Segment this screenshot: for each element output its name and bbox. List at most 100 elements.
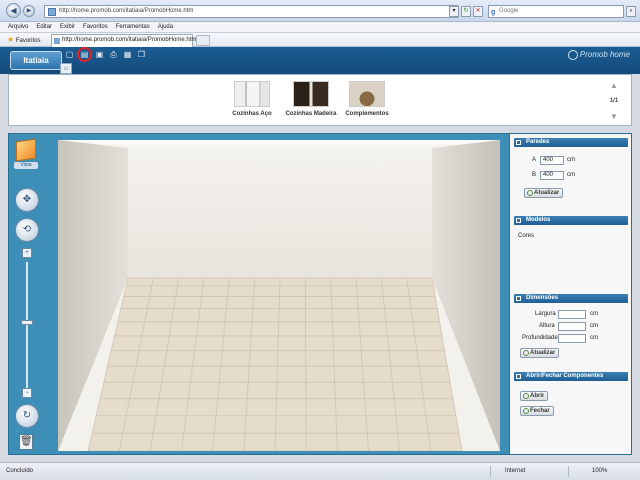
open-folder-icon[interactable]: ▤	[77, 47, 92, 62]
catalog-pager: ▲ 1/1 ▼	[607, 81, 621, 121]
properties-panel: Paredes A 400 cm B 400 cm Atualizar Mode…	[509, 134, 631, 454]
wall-a-label: A	[532, 157, 537, 163]
browser-menu-bar: Arquivo Editar Exibir Favoritos Ferramentas A…	[0, 22, 640, 33]
promob-logo: Promob home	[567, 49, 630, 60]
width-unit: cm	[590, 311, 598, 317]
walls-update-label: Atualizar	[534, 190, 560, 196]
open-components-button[interactable]: Abrir	[520, 391, 549, 401]
page-down-icon[interactable]: ▼	[610, 112, 618, 121]
open-label: Abrir	[530, 393, 545, 399]
walls-title: Paredes	[526, 139, 550, 145]
menu-arquivo[interactable]: Arquivo	[0, 22, 32, 33]
refresh-icon	[527, 190, 533, 196]
room-3d-view[interactable]	[58, 140, 500, 451]
depth-input[interactable]	[558, 334, 586, 343]
home-icon: ⌂	[63, 65, 69, 72]
page-number: 1/1	[609, 98, 619, 104]
tab-title: http://home.promob.com/itatiaia/PromobHo…	[62, 37, 197, 43]
promob-circle-icon	[567, 49, 578, 60]
components-section: Abrir/Fechar Componentes Abrir Fechar	[514, 372, 628, 416]
thumbnail-image	[234, 81, 270, 107]
stop-icon[interactable]: ✕	[473, 6, 483, 17]
orbit-control-icon[interactable]: ↻	[15, 404, 39, 428]
thumbnail-image	[293, 81, 329, 107]
zoom-level[interactable]: 100%	[592, 463, 607, 479]
walls-header[interactable]: Paredes	[514, 138, 628, 147]
refresh-icon	[523, 350, 529, 356]
models-title: Modelos	[526, 217, 551, 223]
view-tools: Vista ✥ ⟲ + − ↻ 🗑	[9, 134, 43, 454]
status-text: Concluído	[6, 468, 34, 474]
back-wall	[128, 148, 432, 278]
new-file-icon[interactable]: ▢	[64, 49, 75, 60]
ceiling	[58, 140, 500, 148]
room-drawing	[58, 140, 500, 451]
models-section: Modelos Cores	[514, 216, 628, 239]
menu-favoritos[interactable]: Favoritos	[79, 22, 112, 33]
width-input[interactable]	[558, 310, 586, 319]
open-icon	[523, 393, 529, 399]
zoom-out-icon[interactable]: −	[22, 388, 32, 398]
components-title: Abrir/Fechar Componentes	[526, 373, 604, 379]
search-go-icon[interactable]: ⌕	[626, 6, 636, 17]
depth-unit: cm	[590, 335, 598, 341]
components-header[interactable]: Abrir/Fechar Componentes	[514, 372, 628, 381]
save-icon[interactable]: ▣	[94, 49, 105, 60]
walls-update-button[interactable]: Atualizar	[524, 188, 564, 198]
collapse-icon	[516, 140, 521, 145]
close-components-button[interactable]: Fechar	[520, 406, 554, 416]
app-header: Itatiaia ▢ ▤ ▣ ⎙ ▦ ❐ Promob home ⌂	[0, 47, 640, 74]
zoom-slider-track[interactable]	[26, 262, 28, 390]
catalog-item-label: Complementos	[345, 111, 389, 117]
catalog-item-complementos[interactable]: Complementos	[337, 81, 397, 117]
image-icon[interactable]: ▦	[122, 49, 133, 60]
url-input[interactable]: http://home.promob.com/itatiaia/PromobHo…	[44, 5, 458, 18]
catalog-item-cozinhas-madeira[interactable]: Cozinhas Madeira	[281, 81, 341, 117]
dimensions-update-button[interactable]: Atualizar	[520, 348, 560, 358]
url-dropdown-icon[interactable]: ▾	[449, 6, 459, 17]
back-icon[interactable]: ◀	[6, 3, 21, 18]
promob-logo-text: Promob home	[579, 50, 630, 59]
models-header[interactable]: Modelos	[514, 216, 628, 225]
zoom-slider-handle[interactable]	[21, 320, 33, 325]
collapse-icon	[516, 218, 521, 223]
menu-ferramentas[interactable]: Ferramentas	[112, 22, 154, 33]
copy-icon[interactable]: ❐	[136, 49, 147, 60]
star-icon: ★	[7, 35, 15, 44]
home-tab[interactable]: ⌂	[60, 63, 72, 74]
height-input[interactable]	[558, 322, 586, 331]
browser-address-bar: ◀ ▶ http://home.promob.com/itatiaia/Prom…	[0, 0, 640, 22]
pan-control-icon[interactable]: ✥	[15, 188, 39, 212]
favorites-button[interactable]: ★ Favoritos	[7, 36, 41, 45]
catalog-item-cozinhas-aco[interactable]: Cozinhas Aço	[222, 81, 282, 117]
zone-text: Internet	[505, 468, 526, 474]
dimensions-header[interactable]: Dimensões	[514, 294, 628, 303]
search-input[interactable]: g Google	[488, 5, 624, 18]
forward-icon[interactable]: ▶	[23, 5, 35, 17]
design-area: Vista ✥ ⟲ + − ↻ 🗑 Paredes A 400 cm B 400…	[8, 133, 632, 455]
zoom-in-icon[interactable]: +	[22, 248, 32, 258]
close-icon	[523, 408, 529, 414]
height-unit: cm	[590, 323, 598, 329]
menu-editar[interactable]: Editar	[32, 22, 56, 33]
google-icon: g	[491, 9, 496, 16]
status-divider	[490, 466, 491, 477]
view-label: Vista	[14, 162, 38, 169]
wall-a-input[interactable]: 400	[540, 156, 564, 165]
rotate-control-icon[interactable]: ⟲	[15, 218, 39, 242]
browser-tab[interactable]: http://home.promob.com/itatiaia/PromobHo…	[51, 34, 197, 47]
url-text: http://home.promob.com/itatiaia/PromobHo…	[59, 8, 194, 14]
close-label: Fechar	[530, 408, 550, 414]
print-icon[interactable]: ⎙	[108, 49, 119, 60]
view-cube-icon[interactable]	[16, 138, 36, 162]
wall-b-input[interactable]: 400	[540, 171, 564, 180]
new-tab-button[interactable]	[196, 35, 210, 46]
collapse-icon	[516, 296, 521, 301]
page-up-icon[interactable]: ▲	[610, 81, 618, 90]
wall-b-label: B	[532, 172, 537, 178]
height-label: Altura	[539, 323, 555, 329]
trash-icon[interactable]: 🗑	[19, 434, 33, 450]
refresh-icon[interactable]: ↻	[461, 6, 471, 17]
menu-ajuda[interactable]: Ajuda	[154, 22, 177, 33]
menu-exibir[interactable]: Exibir	[56, 22, 79, 33]
